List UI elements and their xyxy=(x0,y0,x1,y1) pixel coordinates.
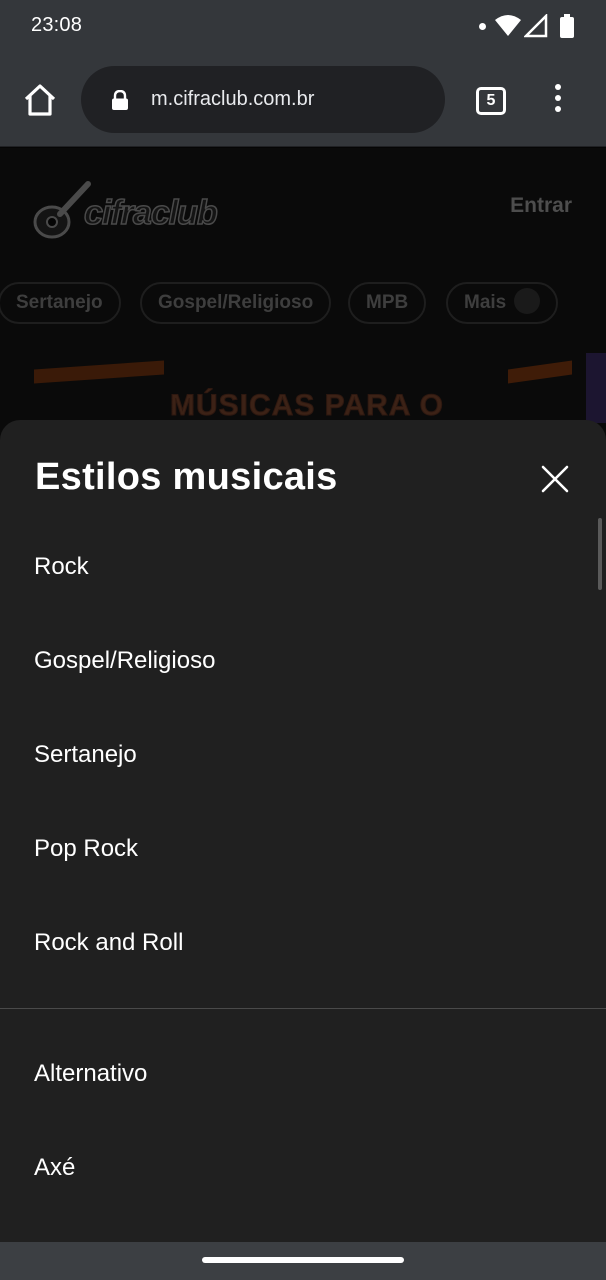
list-item-alternativo[interactable]: Alternativo xyxy=(0,1027,590,1121)
list-divider xyxy=(0,1008,606,1009)
close-icon[interactable] xyxy=(538,462,572,496)
promo-banner[interactable]: MÚSICAS PARA O xyxy=(30,353,606,423)
status-time: 23:08 xyxy=(31,14,83,36)
url-text: m.cifraclub.com.br xyxy=(151,88,315,110)
chip-mpb[interactable]: MPB xyxy=(348,282,427,324)
signal-icon xyxy=(524,14,548,38)
notification-dot-icon xyxy=(479,23,486,30)
browser-toolbar: m.cifraclub.com.br 5 xyxy=(0,52,606,147)
list-item-gospel[interactable]: Gospel/Religioso xyxy=(0,614,590,708)
phone-screen: 23:08 m.cifraclub.com.br 5 cifraclub Ent… xyxy=(0,0,606,1280)
styles-sheet: Estilos musicais Rock Gospel/Religioso S… xyxy=(0,420,606,1242)
home-gesture-handle[interactable] xyxy=(202,1257,404,1263)
home-icon[interactable] xyxy=(20,80,60,120)
chip-gospel[interactable]: Gospel/Religioso xyxy=(140,282,332,324)
list-item-rock[interactable]: Rock xyxy=(0,520,590,614)
tabs-icon[interactable]: 5 xyxy=(476,87,506,115)
guitar-icon xyxy=(33,181,91,239)
banner-stripe xyxy=(34,360,164,384)
login-link[interactable]: Entrar xyxy=(510,194,572,218)
list-item-sertanejo[interactable]: Sertanejo xyxy=(0,708,590,802)
address-bar[interactable]: m.cifraclub.com.br xyxy=(81,66,445,133)
banner-title: MÚSICAS PARA O xyxy=(169,389,445,423)
genre-chips: Sertanejo Gospel/Religioso MPB Mais xyxy=(0,282,606,324)
wifi-icon xyxy=(495,15,521,36)
list-item-pop-rock[interactable]: Pop Rock xyxy=(0,802,590,896)
navigation-bar xyxy=(0,1242,606,1280)
chip-sertanejo[interactable]: Sertanejo xyxy=(0,282,121,324)
status-bar: 23:08 xyxy=(0,0,606,52)
more-vert-icon[interactable] xyxy=(549,84,567,116)
banner-stripe xyxy=(508,360,572,384)
lock-icon xyxy=(112,90,128,110)
list-item-rock-and-roll[interactable]: Rock and Roll xyxy=(0,896,590,990)
sheet-title: Estilos musicais xyxy=(35,456,338,498)
cifraclub-logo[interactable]: cifraclub xyxy=(32,178,218,244)
chevron-down-icon xyxy=(514,287,541,314)
chip-more[interactable]: Mais xyxy=(446,282,559,324)
list-item-axe[interactable]: Axé xyxy=(0,1121,590,1215)
logo-text: cifraclub xyxy=(83,193,218,233)
banner-edge xyxy=(586,353,606,423)
battery-icon xyxy=(560,14,574,38)
chip-more-label: Mais xyxy=(464,292,507,313)
scrollbar[interactable] xyxy=(598,518,602,590)
